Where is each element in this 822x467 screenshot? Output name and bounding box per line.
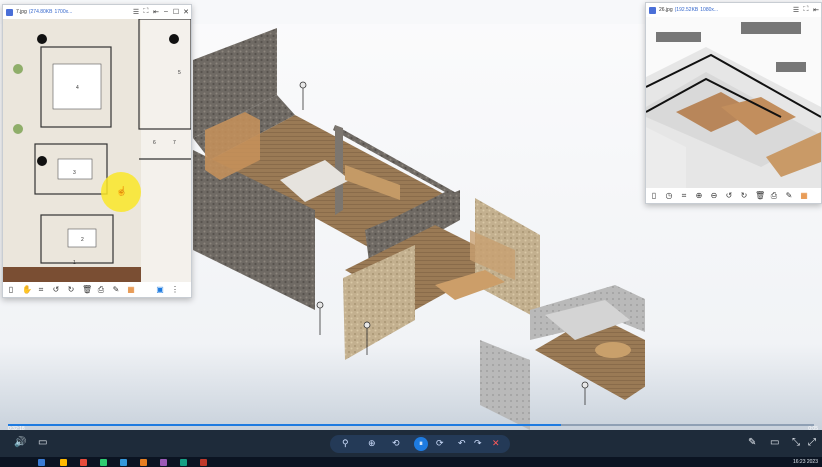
rotate-right-icon[interactable]: ↻ xyxy=(67,285,75,294)
clock: 16:23 xyxy=(792,459,806,465)
rotate-left-icon[interactable]: ↺ xyxy=(52,285,60,294)
pin-icon[interactable]: ⇤ xyxy=(811,6,821,14)
zoom-in-icon[interactable]: ⊕ xyxy=(695,191,703,200)
app-icon[interactable] xyxy=(180,459,187,466)
edit-icon[interactable]: ✎ xyxy=(785,191,793,200)
color-icon[interactable]: ▦ xyxy=(800,191,808,200)
undo-icon[interactable]: ↶ xyxy=(458,438,466,449)
app-icon[interactable] xyxy=(120,459,127,466)
room-number: 1 xyxy=(73,260,76,266)
delete-icon[interactable]: 🗑 xyxy=(82,285,92,294)
menu-icon[interactable]: ☰ xyxy=(791,6,801,14)
capture-forward-icon[interactable]: ⟳ xyxy=(436,438,444,449)
rotate-right-icon[interactable]: ↻ xyxy=(740,191,748,200)
pin-icon[interactable]: ⇤ xyxy=(151,8,161,16)
axonometric-detail-image xyxy=(646,17,821,188)
viewer-titlebar[interactable]: 7.jpg (274.80KB 1700x... ☰ ⛶ ⇤ – ☐ ✕ xyxy=(3,5,191,19)
pen-icon[interactable]: ✎ xyxy=(748,437,756,448)
expand-icon[interactable]: ⤢ xyxy=(808,437,816,448)
file-size: (274.80KB xyxy=(28,9,53,15)
app-icon xyxy=(649,6,656,14)
room-number: 3 xyxy=(73,170,76,176)
room-number: 5 xyxy=(178,70,181,76)
end-time: 0:05 xyxy=(808,426,818,432)
file-size: (192.52KB xyxy=(674,7,699,13)
app-icon[interactable] xyxy=(160,459,167,466)
pause-button[interactable]: ⏸ xyxy=(414,437,428,451)
hand-icon[interactable]: ✋ xyxy=(22,285,32,294)
print-icon[interactable]: ⎙ xyxy=(97,285,105,295)
save-icon[interactable]: ▣ xyxy=(156,285,164,294)
axonometric-drawing xyxy=(193,28,645,430)
system-tray[interactable]: 16:23 2023 xyxy=(793,459,818,465)
viewer-toolbar: ▯ ✋ ⌗ ↺ ↻ 🗑 ⎙ ✎ ▦ ▣ ⋮ xyxy=(3,282,191,297)
zoom-icon[interactable]: ⚲ xyxy=(342,438,349,449)
room-number: 2 xyxy=(81,237,84,243)
maximize-icon[interactable]: ☐ xyxy=(171,8,181,16)
target-icon[interactable]: ⊕ xyxy=(368,438,376,449)
file-name: 26.jpg xyxy=(659,7,673,13)
date: 2023 xyxy=(806,459,818,465)
redo-icon[interactable]: ↷ xyxy=(474,438,482,449)
fit-icon[interactable]: ⌗ xyxy=(37,285,45,295)
panel-icon[interactable]: ▯ xyxy=(7,285,15,294)
minimize-icon[interactable]: – xyxy=(161,8,171,16)
app-icon[interactable] xyxy=(200,459,207,466)
seek-bar[interactable] xyxy=(8,424,814,426)
close-icon[interactable]: ✕ xyxy=(181,8,191,16)
caption-icon[interactable]: ▭ xyxy=(38,437,47,448)
timer-icon[interactable]: ◷ xyxy=(665,191,673,200)
capture-back-icon[interactable]: ⟲ xyxy=(392,438,400,449)
fit-icon[interactable]: ⌗ xyxy=(680,191,688,201)
fullscreen-icon[interactable]: ⛶ xyxy=(801,6,811,14)
seek-progress xyxy=(8,424,561,426)
room-number: 4 xyxy=(76,85,79,91)
left-image-viewer[interactable]: 7.jpg (274.80KB 1700x... ☰ ⛶ ⇤ – ☐ ✕ 4 3… xyxy=(2,4,192,298)
app-icon xyxy=(6,8,13,16)
room-number: 7 xyxy=(173,140,176,146)
volume-icon[interactable]: 🔊 xyxy=(14,437,26,448)
app-icon[interactable] xyxy=(100,459,107,466)
hand-cursor-icon: ☝ xyxy=(116,186,128,196)
os-taskbar: 16:23 2023 xyxy=(0,457,822,467)
rotate-left-icon[interactable]: ↺ xyxy=(725,191,733,200)
app-icon[interactable] xyxy=(80,459,87,466)
screen-icon[interactable]: ▭ xyxy=(770,437,779,448)
floor-plan-image: 4 3 2 5 6 7 1 xyxy=(3,19,191,282)
delete-icon[interactable]: 🗑 xyxy=(755,191,765,200)
viewer-toolbar: ▯ ◷ ⌗ ⊕ ⊖ ↺ ↻ 🗑 ⎙ ✎ ▦ xyxy=(646,188,821,203)
annotation-toolbar: ⚲ ⊕ ⟲ ⏸ ⟳ ↶ ↷ ✕ xyxy=(330,435,510,453)
viewer-titlebar[interactable]: 26.jpg (192.52KB 1080x... ☰ ⛶ ⇤ xyxy=(646,3,821,17)
player-controls: 0:32:18 0:05 🔊 ▭ ⚲ ⊕ ⟲ ⏸ ⟳ ↶ ↷ ✕ ✎ ▭ ⤡ ⤢ xyxy=(0,424,822,457)
app-icon[interactable] xyxy=(140,459,147,466)
more-icon[interactable]: ⋮ xyxy=(171,285,179,294)
start-icon[interactable] xyxy=(38,459,45,466)
collapse-icon[interactable]: ⤡ xyxy=(792,437,800,448)
fullscreen-icon[interactable]: ⛶ xyxy=(141,8,151,16)
close-icon[interactable]: ✕ xyxy=(492,438,500,449)
file-name: 7.jpg xyxy=(16,9,27,15)
current-time: 0:32:18 xyxy=(8,426,25,432)
edit-icon[interactable]: ✎ xyxy=(112,285,120,294)
panel-icon[interactable]: ▯ xyxy=(650,191,658,200)
menu-icon[interactable]: ☰ xyxy=(131,8,141,16)
room-number: 6 xyxy=(153,140,156,146)
print-icon[interactable]: ⎙ xyxy=(770,191,778,201)
file-explorer-icon[interactable] xyxy=(60,459,67,466)
zoom-out-icon[interactable]: ⊖ xyxy=(710,191,718,200)
right-image-viewer[interactable]: 26.jpg (192.52KB 1080x... ☰ ⛶ ⇤ ▯ ◷ ⌗ ⊕ … xyxy=(645,2,822,204)
color-icon[interactable]: ▦ xyxy=(127,285,135,294)
file-dims: 1700x... xyxy=(54,9,73,15)
file-dims: 1080x... xyxy=(700,7,719,13)
